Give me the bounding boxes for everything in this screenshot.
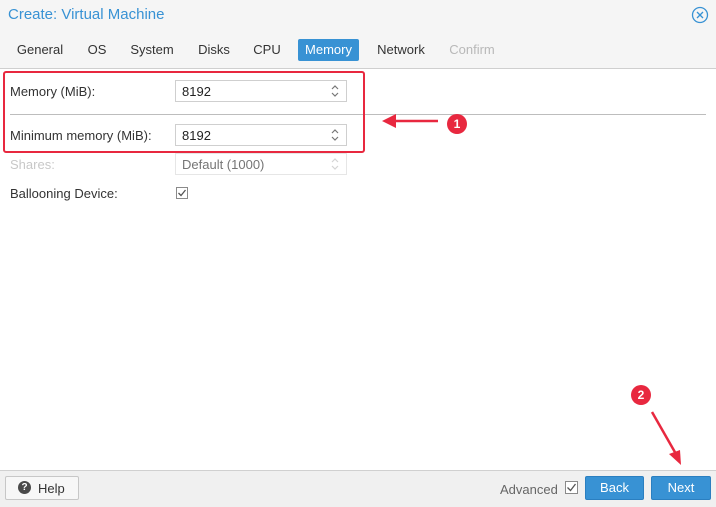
tab-cpu[interactable]: CPU: [247, 39, 287, 61]
close-icon[interactable]: [691, 6, 709, 24]
ballooning-checkbox[interactable]: [176, 187, 188, 199]
spinner-icon: [331, 158, 339, 170]
check-icon: [178, 189, 187, 197]
tab-system[interactable]: System: [123, 39, 181, 61]
annotation-badge-2: 2: [631, 385, 651, 405]
advanced-label: Advanced: [500, 482, 558, 497]
tab-general[interactable]: General: [9, 39, 71, 61]
tab-confirm: Confirm: [449, 42, 495, 57]
next-button[interactable]: Next: [651, 476, 711, 500]
shares-input: [182, 157, 322, 172]
tab-disks[interactable]: Disks: [191, 39, 237, 61]
shares-label: Shares:: [10, 157, 55, 172]
annotation-badge-1: 1: [447, 114, 467, 134]
tab-memory[interactable]: Memory: [298, 39, 359, 61]
tab-network[interactable]: Network: [370, 39, 432, 61]
wizard-tabbar: General OS System Disks CPU Memory Netwo…: [0, 30, 716, 69]
advanced-checkbox[interactable]: [565, 481, 578, 494]
window-titlebar: Create: Virtual Machine: [0, 0, 716, 30]
help-button[interactable]: ? Help: [5, 476, 79, 500]
tab-os[interactable]: OS: [81, 39, 113, 61]
annotation-arrow-2: [650, 411, 681, 465]
question-circle-icon: ?: [18, 481, 31, 494]
back-button[interactable]: Back: [585, 476, 644, 500]
shares-field: [175, 153, 347, 175]
annotation-arrow-1: [382, 114, 438, 128]
annotation-highlight-box: [3, 71, 365, 153]
dialog-footer: ? Help Advanced Back Next: [0, 470, 716, 507]
window-title: Create: Virtual Machine: [8, 6, 165, 23]
ballooning-label: Ballooning Device:: [10, 186, 118, 201]
help-label: Help: [38, 481, 65, 496]
check-icon: [567, 483, 577, 492]
